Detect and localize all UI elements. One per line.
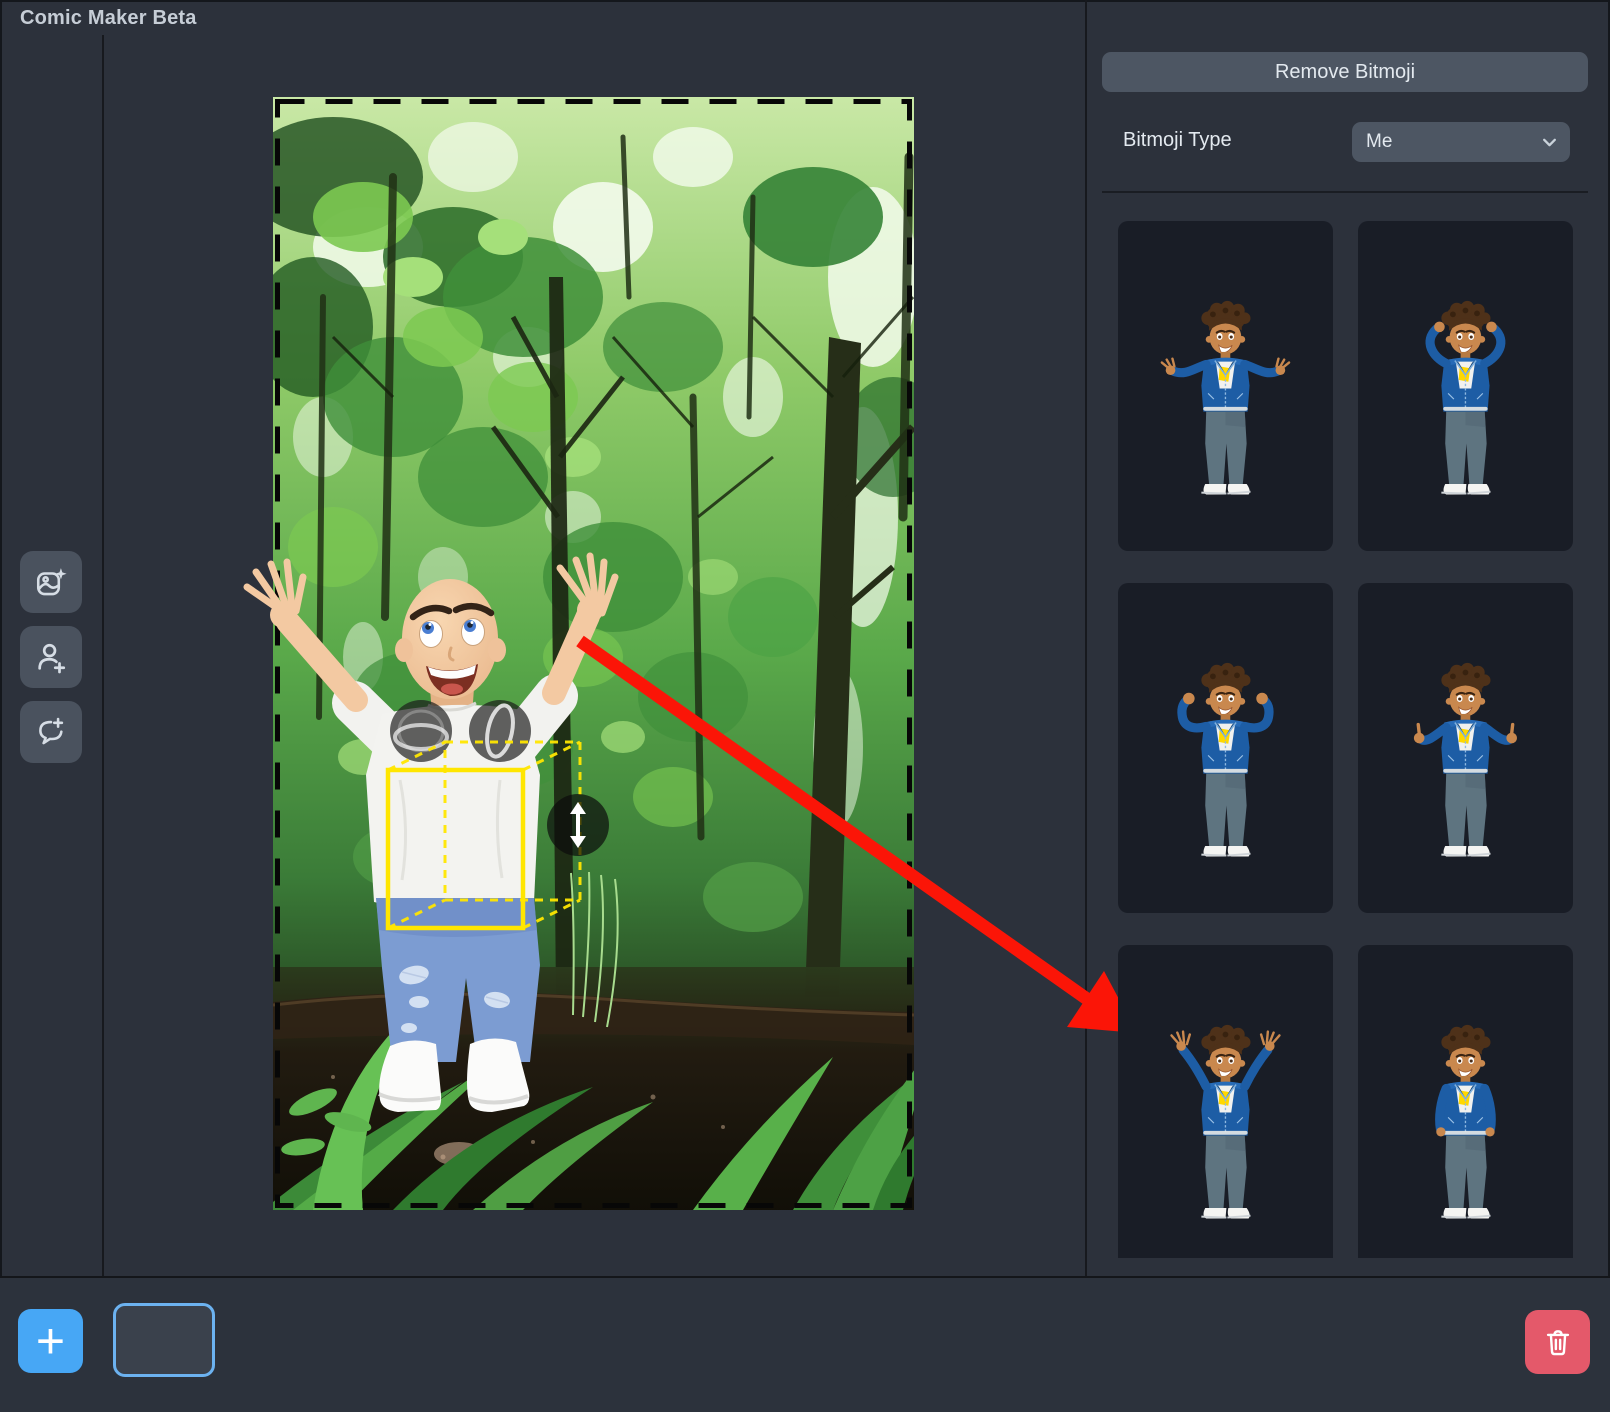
add-speech-bubble-button[interactable] bbox=[20, 701, 82, 763]
pose-card-arms-raised[interactable] bbox=[1118, 945, 1333, 1258]
person-add-icon bbox=[34, 640, 68, 674]
forest-photo bbox=[273, 97, 914, 1210]
delete-frame-button[interactable] bbox=[1525, 1310, 1590, 1374]
panel-section-divider bbox=[1102, 191, 1588, 193]
frames-bar: + bbox=[0, 1278, 1610, 1412]
chevron-down-icon bbox=[1541, 134, 1558, 151]
window-title: Comic Maker Beta bbox=[20, 7, 197, 30]
left-divider bbox=[102, 35, 104, 1278]
bitmoji-type-label: Bitmoji Type bbox=[1123, 129, 1232, 152]
bitmoji-type-value: Me bbox=[1366, 131, 1541, 153]
trash-icon bbox=[1541, 1325, 1575, 1359]
add-image-button[interactable] bbox=[20, 551, 82, 613]
frame-thumbnail-selected[interactable] bbox=[113, 1303, 215, 1377]
add-frame-button[interactable]: + bbox=[18, 1309, 83, 1373]
plus-icon: + bbox=[36, 1313, 65, 1369]
panel-divider bbox=[1085, 0, 1087, 1278]
pose-card-standing[interactable] bbox=[1358, 945, 1573, 1258]
comic-canvas[interactable] bbox=[273, 97, 914, 1210]
speech-bubble-add-icon bbox=[34, 715, 68, 749]
remove-bitmoji-button[interactable]: Remove Bitmoji bbox=[1102, 52, 1588, 92]
pose-card-hands-on-head[interactable] bbox=[1358, 221, 1573, 551]
pose-card-shrug[interactable] bbox=[1118, 221, 1333, 551]
comic-maker-window: Comic Maker Beta bbox=[0, 0, 1610, 1412]
add-person-button[interactable] bbox=[20, 626, 82, 688]
bitmoji-type-select[interactable]: Me bbox=[1352, 122, 1570, 162]
pose-card-thumbs-up[interactable] bbox=[1358, 583, 1573, 913]
pose-card-flex[interactable] bbox=[1118, 583, 1333, 913]
image-sparkle-icon bbox=[34, 565, 68, 599]
pose-grid bbox=[1118, 221, 1573, 1258]
